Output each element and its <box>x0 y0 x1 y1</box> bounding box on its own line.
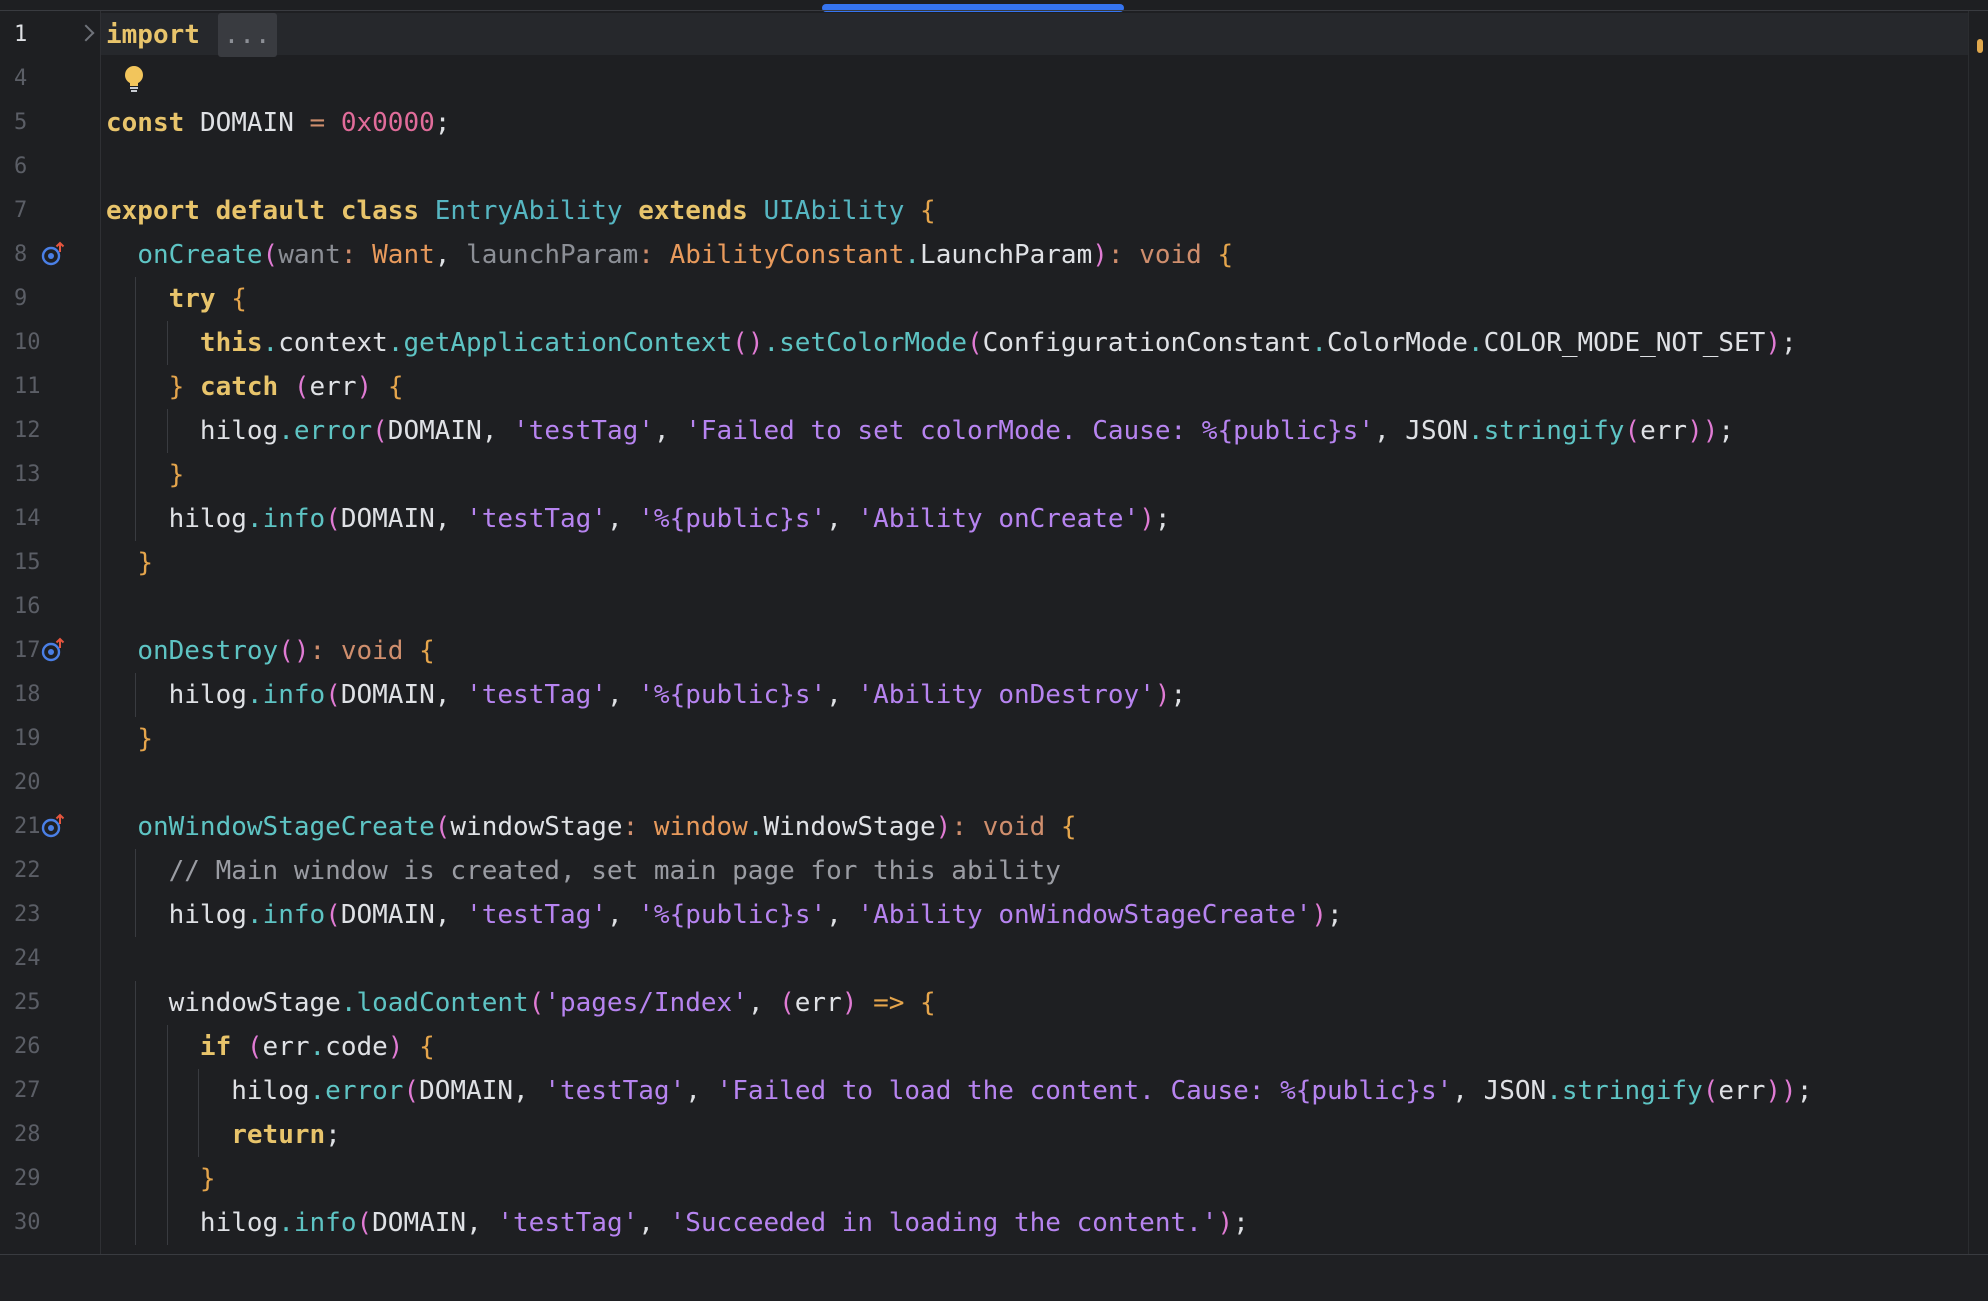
lightbulb-icon[interactable] <box>120 63 148 95</box>
line-number[interactable]: 30 <box>0 1201 56 1245</box>
line-number[interactable]: 11 <box>0 365 56 409</box>
line-number[interactable]: 24 <box>0 937 56 981</box>
code-line[interactable]: 16 <box>0 585 1968 629</box>
line-number[interactable]: 16 <box>0 585 56 629</box>
line-number[interactable]: 7 <box>0 189 56 233</box>
line-number[interactable]: 6 <box>0 145 56 189</box>
code-line[interactable]: 8 onCreate(want: Want, launchParam: Abil… <box>0 233 1968 277</box>
code-line[interactable]: 20 <box>0 761 1968 805</box>
code-text[interactable]: onDestroy(): void { <box>106 629 434 673</box>
code-text[interactable]: } <box>106 1157 216 1201</box>
editor-right-margin <box>1968 11 1988 1254</box>
code-line[interactable]: 6 <box>0 145 1968 189</box>
code-line[interactable]: 18 hilog.info(DOMAIN, 'testTag', '%{publ… <box>0 673 1968 717</box>
folded-region[interactable]: ... <box>217 13 277 57</box>
line-number[interactable]: 23 <box>0 893 56 937</box>
code-text[interactable]: } <box>106 717 153 761</box>
inspection-marker[interactable] <box>1977 39 1983 53</box>
code-line[interactable]: 26 if (err.code) { <box>0 1025 1968 1069</box>
code-text[interactable]: try { <box>106 277 247 321</box>
import-keyword: import <box>106 20 200 50</box>
code-line[interactable]: 29 } <box>0 1157 1968 1201</box>
code-text[interactable]: onCreate(want: Want, launchParam: Abilit… <box>106 233 1233 277</box>
code-editor[interactable]: 1 import ... 4 5 const DOMAIN = 0x0000; 6 7 exp… <box>0 0 1988 1254</box>
code-line[interactable]: 11 } catch (err) { <box>0 365 1968 409</box>
line-number[interactable]: 28 <box>0 1113 56 1157</box>
code-line[interactable]: 7 export default class EntryAbility exten… <box>0 189 1968 233</box>
code-text[interactable]: export default class EntryAbility extend… <box>106 189 936 233</box>
editor-top-border <box>0 10 1988 11</box>
line-number[interactable]: 18 <box>0 673 56 717</box>
code-text[interactable]: const DOMAIN = 0x0000; <box>106 101 450 145</box>
code-line[interactable]: 5 const DOMAIN = 0x0000; <box>0 101 1968 145</box>
code-line[interactable]: 24 <box>0 937 1968 981</box>
code-line[interactable]: 28 return; <box>0 1113 1968 1157</box>
code-text[interactable]: hilog.info(DOMAIN, 'testTag', '%{public}… <box>106 497 1171 541</box>
code-text[interactable]: hilog.error(DOMAIN, 'testTag', 'Failed t… <box>106 409 1734 453</box>
code-line[interactable]: 10 this.context.getApplicationContext().… <box>0 321 1968 365</box>
code-text[interactable]: } <box>106 541 153 585</box>
code-text[interactable]: } <box>106 453 185 497</box>
code-line[interactable]: 1 import ... <box>0 13 1968 57</box>
code-line[interactable]: 22 // Main window is created, set main p… <box>0 849 1968 893</box>
line-number[interactable]: 12 <box>0 409 56 453</box>
line-number[interactable]: 5 <box>0 101 56 145</box>
code-line[interactable]: 25 windowStage.loadContent('pages/Index'… <box>0 981 1968 1025</box>
line-number[interactable]: 19 <box>0 717 56 761</box>
editor-bottom-bar <box>0 1254 1988 1301</box>
line-number[interactable]: 14 <box>0 497 56 541</box>
code-text[interactable]: return; <box>106 1113 341 1157</box>
code-line[interactable]: 15 } <box>0 541 1968 585</box>
line-number[interactable]: 13 <box>0 453 56 497</box>
code-line[interactable]: 19 } <box>0 717 1968 761</box>
code-line[interactable]: 13 } <box>0 453 1968 497</box>
fold-chevron-icon[interactable] <box>77 24 95 42</box>
line-number[interactable]: 10 <box>0 321 56 365</box>
line-number[interactable]: 26 <box>0 1025 56 1069</box>
code-text[interactable]: this.context.getApplicationContext().set… <box>106 321 1797 365</box>
code-text[interactable]: onWindowStageCreate(windowStage: window.… <box>106 805 1076 849</box>
code-line[interactable]: 14 hilog.info(DOMAIN, 'testTag', '%{publ… <box>0 497 1968 541</box>
override-method-icon[interactable] <box>40 241 68 267</box>
line-number[interactable]: 15 <box>0 541 56 585</box>
code-line[interactable]: 17 onDestroy(): void { <box>0 629 1968 673</box>
code-line[interactable]: 30 hilog.info(DOMAIN, 'testTag', 'Succee… <box>0 1201 1968 1245</box>
code-line[interactable]: 21 onWindowStageCreate(windowStage: wind… <box>0 805 1968 849</box>
code-text[interactable]: windowStage.loadContent('pages/Index', (… <box>106 981 936 1025</box>
line-number[interactable]: 4 <box>0 57 56 101</box>
line-number[interactable]: 25 <box>0 981 56 1025</box>
code-text[interactable]: if (err.code) { <box>106 1025 435 1069</box>
line-number[interactable]: 29 <box>0 1157 56 1201</box>
line-number[interactable]: 27 <box>0 1069 56 1113</box>
code-text[interactable]: } catch (err) { <box>106 365 404 409</box>
line-number[interactable]: 22 <box>0 849 56 893</box>
code-text[interactable]: hilog.info(DOMAIN, 'testTag', '%{public}… <box>106 893 1343 937</box>
code-line[interactable]: 27 hilog.error(DOMAIN, 'testTag', 'Faile… <box>0 1069 1968 1113</box>
code-line[interactable]: 4 <box>0 57 1968 101</box>
line-number[interactable]: 20 <box>0 761 56 805</box>
line-number[interactable]: 1 <box>0 13 56 57</box>
code-text[interactable]: // Main window is created, set main page… <box>106 849 1061 893</box>
code-line[interactable]: 23 hilog.info(DOMAIN, 'testTag', '%{publ… <box>0 893 1968 937</box>
code-line[interactable]: 9 try { <box>0 277 1968 321</box>
line-number[interactable]: 9 <box>0 277 56 321</box>
code-text[interactable]: hilog.info(DOMAIN, 'testTag', 'Succeeded… <box>106 1201 1249 1245</box>
override-method-icon[interactable] <box>40 813 68 839</box>
code-text[interactable]: hilog.error(DOMAIN, 'testTag', 'Failed t… <box>106 1069 1812 1113</box>
code-line[interactable]: 12 hilog.error(DOMAIN, 'testTag', 'Faile… <box>0 409 1968 453</box>
override-method-icon[interactable] <box>40 637 68 663</box>
code-text[interactable]: hilog.info(DOMAIN, 'testTag', '%{public}… <box>106 673 1187 717</box>
code-text[interactable]: import ... <box>106 13 277 57</box>
